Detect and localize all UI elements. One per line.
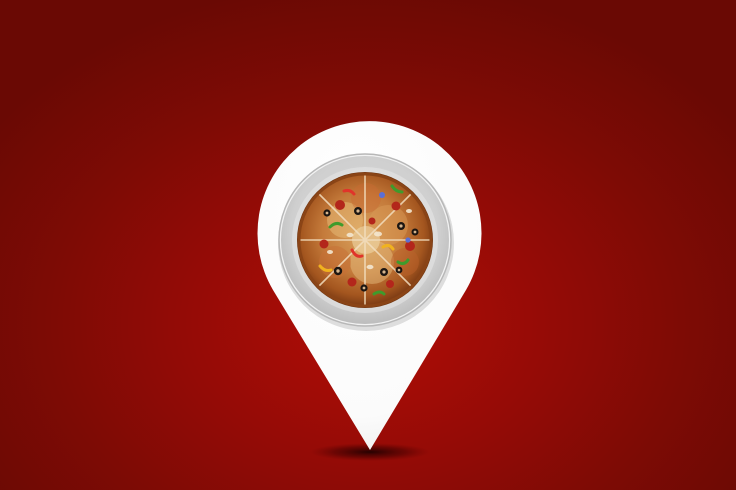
pizza-location-pin-illustration xyxy=(257,121,482,461)
ad-canvas xyxy=(0,0,736,490)
pizza-icon xyxy=(297,172,433,308)
